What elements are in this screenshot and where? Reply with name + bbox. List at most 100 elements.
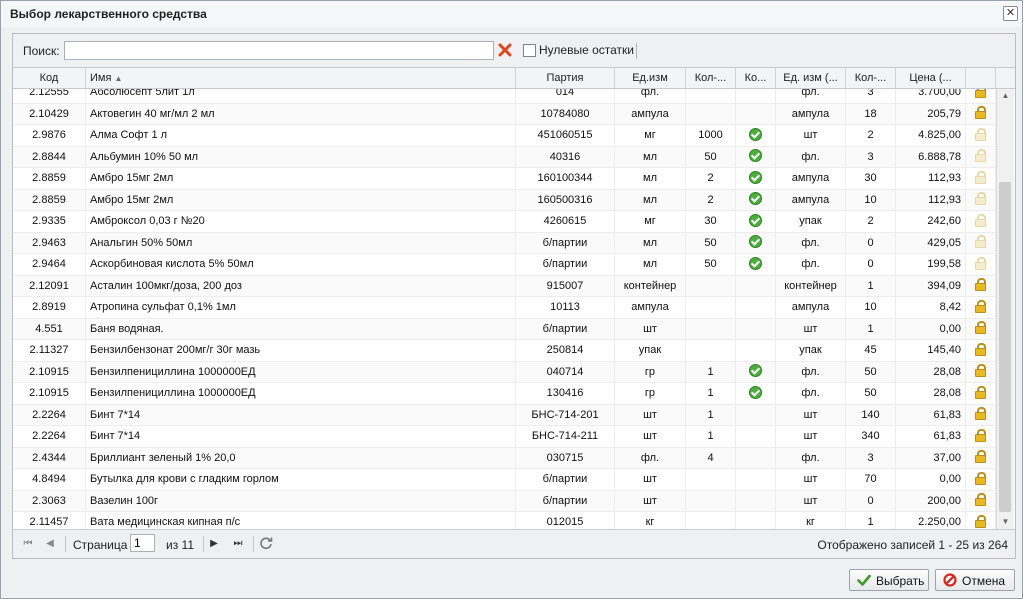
- table-row[interactable]: 2.12091 Асталин 100мкг/доза, 200 доз 91500…: [13, 275, 996, 297]
- cell-name: Бензилбензонат 200мг/г 30г мазь: [86, 340, 516, 361]
- vertical-scrollbar[interactable]: ▲ ▼: [996, 89, 1014, 529]
- cell-lock: [966, 189, 996, 211]
- cell-qty: [686, 469, 736, 490]
- lock-icon: [975, 89, 986, 98]
- column-header-unit[interactable]: Ед.изм: [615, 68, 686, 88]
- toolbar-separator: [636, 43, 637, 59]
- cell-qty2: 10: [846, 189, 896, 211]
- cell-unit2: кг: [776, 512, 846, 529]
- cell-unit2: фл.: [776, 361, 846, 383]
- table-row[interactable]: 2.8919 Атропина сульфат 0,1% 1мл 10113 ампу…: [13, 297, 996, 319]
- cell-code: 2.8919: [13, 297, 86, 318]
- cell-code: 2.9876: [13, 125, 86, 146]
- table-row[interactable]: 2.8859 Амбро 15мг 2мл 160100344 мл 2 ампула 30…: [13, 168, 996, 190]
- column-header-unit2[interactable]: Ед. изм (...: [776, 68, 846, 88]
- cell-unit2: ампула: [776, 168, 846, 189]
- pager-separator: [65, 536, 66, 552]
- table-row[interactable]: 2.9876 Алма Софт 1 л 451060515 мг 1000 шт 2 4.8…: [13, 125, 996, 147]
- cell-lock: [966, 232, 996, 254]
- table-row[interactable]: 2.9464 Аскорбиновая кислота 5% 50мл б/парт…: [13, 254, 996, 276]
- cell-ok: [736, 447, 776, 469]
- search-input[interactable]: [64, 41, 494, 60]
- table-row[interactable]: 2.3063 Вазелин 100г б/партии шт шт 0 200,00: [13, 490, 996, 512]
- cell-price: 28,08: [896, 383, 966, 404]
- cell-ok: [736, 168, 776, 189]
- column-header-code[interactable]: Код: [13, 68, 86, 88]
- cell-unit: контейнер: [615, 275, 686, 297]
- cell-ok: [736, 211, 776, 232]
- table-row[interactable]: 2.9463 Анальгин 50% 50мл б/партии мл 50 фл. 0 4…: [13, 232, 996, 254]
- check-circle-icon: [749, 256, 762, 270]
- check-circle-icon: [749, 149, 762, 163]
- table-row[interactable]: 2.2264 Бинт 7*14 БНС-714-211 шт 1 шт 340 61,83: [13, 426, 996, 448]
- table-row[interactable]: 2.10915 Бензилпенициллина 1000000ЕД 040714…: [13, 361, 996, 383]
- scroll-up-arrow-icon[interactable]: ▲: [997, 89, 1014, 103]
- cancel-button[interactable]: Отмена: [935, 569, 1015, 591]
- cell-price: 0,00: [896, 469, 966, 490]
- column-header-qty[interactable]: Кол-...: [686, 68, 736, 88]
- scroll-down-arrow-icon[interactable]: ▼: [997, 515, 1014, 529]
- close-button[interactable]: ✕: [1003, 6, 1018, 21]
- table-row[interactable]: 4.8494 Бутылка для крови с гладким горлом…: [13, 469, 996, 491]
- cell-name: Бензилпенициллина 1000000ЕД: [86, 361, 516, 383]
- column-header-ok[interactable]: Ко...: [736, 68, 776, 88]
- cell-batch: БНС-714-201: [516, 404, 615, 426]
- table-row[interactable]: 2.4344 Бриллиант зеленый 1% 20,0 030715 фл.…: [13, 447, 996, 469]
- column-header-price[interactable]: Цена (...: [896, 68, 966, 88]
- cell-unit2: фл.: [776, 146, 846, 168]
- column-header-batch[interactable]: Партия: [516, 68, 615, 88]
- cell-name: Атропина сульфат 0,1% 1мл: [86, 297, 516, 318]
- table-row[interactable]: 2.10915 Бензилпенициллина 1000000ЕД 130416…: [13, 383, 996, 405]
- cell-price: 37,00: [896, 447, 966, 469]
- scroll-thumb[interactable]: [999, 182, 1011, 512]
- cell-batch: 040714: [516, 361, 615, 383]
- cell-lock: [966, 426, 996, 447]
- table-row[interactable]: 2.8844 Альбумин 10% 50 мл 40316 мл 50 фл. 3 6.8…: [13, 146, 996, 168]
- table-row[interactable]: 2.2264 Бинт 7*14 БНС-714-201 шт 1 шт 140 61,83: [13, 404, 996, 426]
- zero-stock-label[interactable]: Нулевые остатки: [539, 43, 634, 57]
- lock-icon: [975, 407, 986, 421]
- first-page-icon[interactable]: ⏮: [21, 537, 35, 551]
- cell-lock: [966, 275, 996, 297]
- cell-ok: [736, 404, 776, 426]
- cell-unit: мл: [615, 189, 686, 211]
- cell-qty2: 340: [846, 426, 896, 447]
- last-page-icon[interactable]: ⏭: [231, 537, 245, 551]
- cell-qty2: 1: [846, 275, 896, 297]
- cell-price: 61,83: [896, 404, 966, 426]
- next-page-icon[interactable]: ▶: [207, 537, 221, 551]
- cell-qty: 1: [686, 361, 736, 383]
- lock-icon: [975, 235, 986, 249]
- table-row[interactable]: 2.11327 Бензилбензонат 200мг/г 30г мазь 25…: [13, 340, 996, 362]
- checkmark-icon: [857, 574, 871, 586]
- table-row[interactable]: 2.9335 Амброксол 0,03 г №20 4260615 мг 30 упа…: [13, 211, 996, 233]
- column-header-qty2[interactable]: Кол-...: [846, 68, 896, 88]
- cell-name: Амброксол 0,03 г №20: [86, 211, 516, 232]
- table-row[interactable]: 2.11457 Вата медицинская кипная п/с 012015…: [13, 512, 996, 529]
- cell-qty: 50: [686, 146, 736, 168]
- cell-code: 2.9335: [13, 211, 86, 232]
- page-number-input[interactable]: [130, 534, 155, 552]
- prev-page-icon[interactable]: ◀: [43, 537, 57, 551]
- select-button[interactable]: Выбрать: [849, 569, 929, 591]
- table-row[interactable]: 2.10429 Актовегин 40 мг/мл 2 мл 10784080 ам…: [13, 103, 996, 125]
- table-row[interactable]: 2.12555 Абсолюсепт 5лит 1л 014 фл. фл. 3 3.700…: [13, 89, 996, 104]
- column-header-name[interactable]: Имя ▲: [86, 68, 516, 88]
- cell-code: 2.8859: [13, 168, 86, 189]
- cell-name: Бинт 7*14: [86, 426, 516, 447]
- clear-x-icon[interactable]: [497, 42, 513, 58]
- table-row[interactable]: 2.8859 Амбро 15мг 2мл 160500316 мл 2 ампула 10…: [13, 189, 996, 211]
- cell-lock: [966, 297, 996, 318]
- table-row[interactable]: 4.551 Баня водяная. б/партии шт шт 1 0,00: [13, 318, 996, 340]
- cell-ok: [736, 125, 776, 146]
- refresh-icon[interactable]: [259, 536, 273, 550]
- cell-unit: мл: [615, 146, 686, 168]
- cell-unit2: фл.: [776, 89, 846, 103]
- column-header-lock[interactable]: [966, 68, 996, 88]
- cell-name: Амбро 15мг 2мл: [86, 189, 516, 211]
- cell-lock: [966, 383, 996, 404]
- cell-qty2: 3: [846, 447, 896, 469]
- zero-stock-checkbox[interactable]: [523, 44, 536, 57]
- cell-name: Актовегин 40 мг/мл 2 мл: [86, 103, 516, 125]
- sort-asc-icon: ▲: [114, 74, 123, 83]
